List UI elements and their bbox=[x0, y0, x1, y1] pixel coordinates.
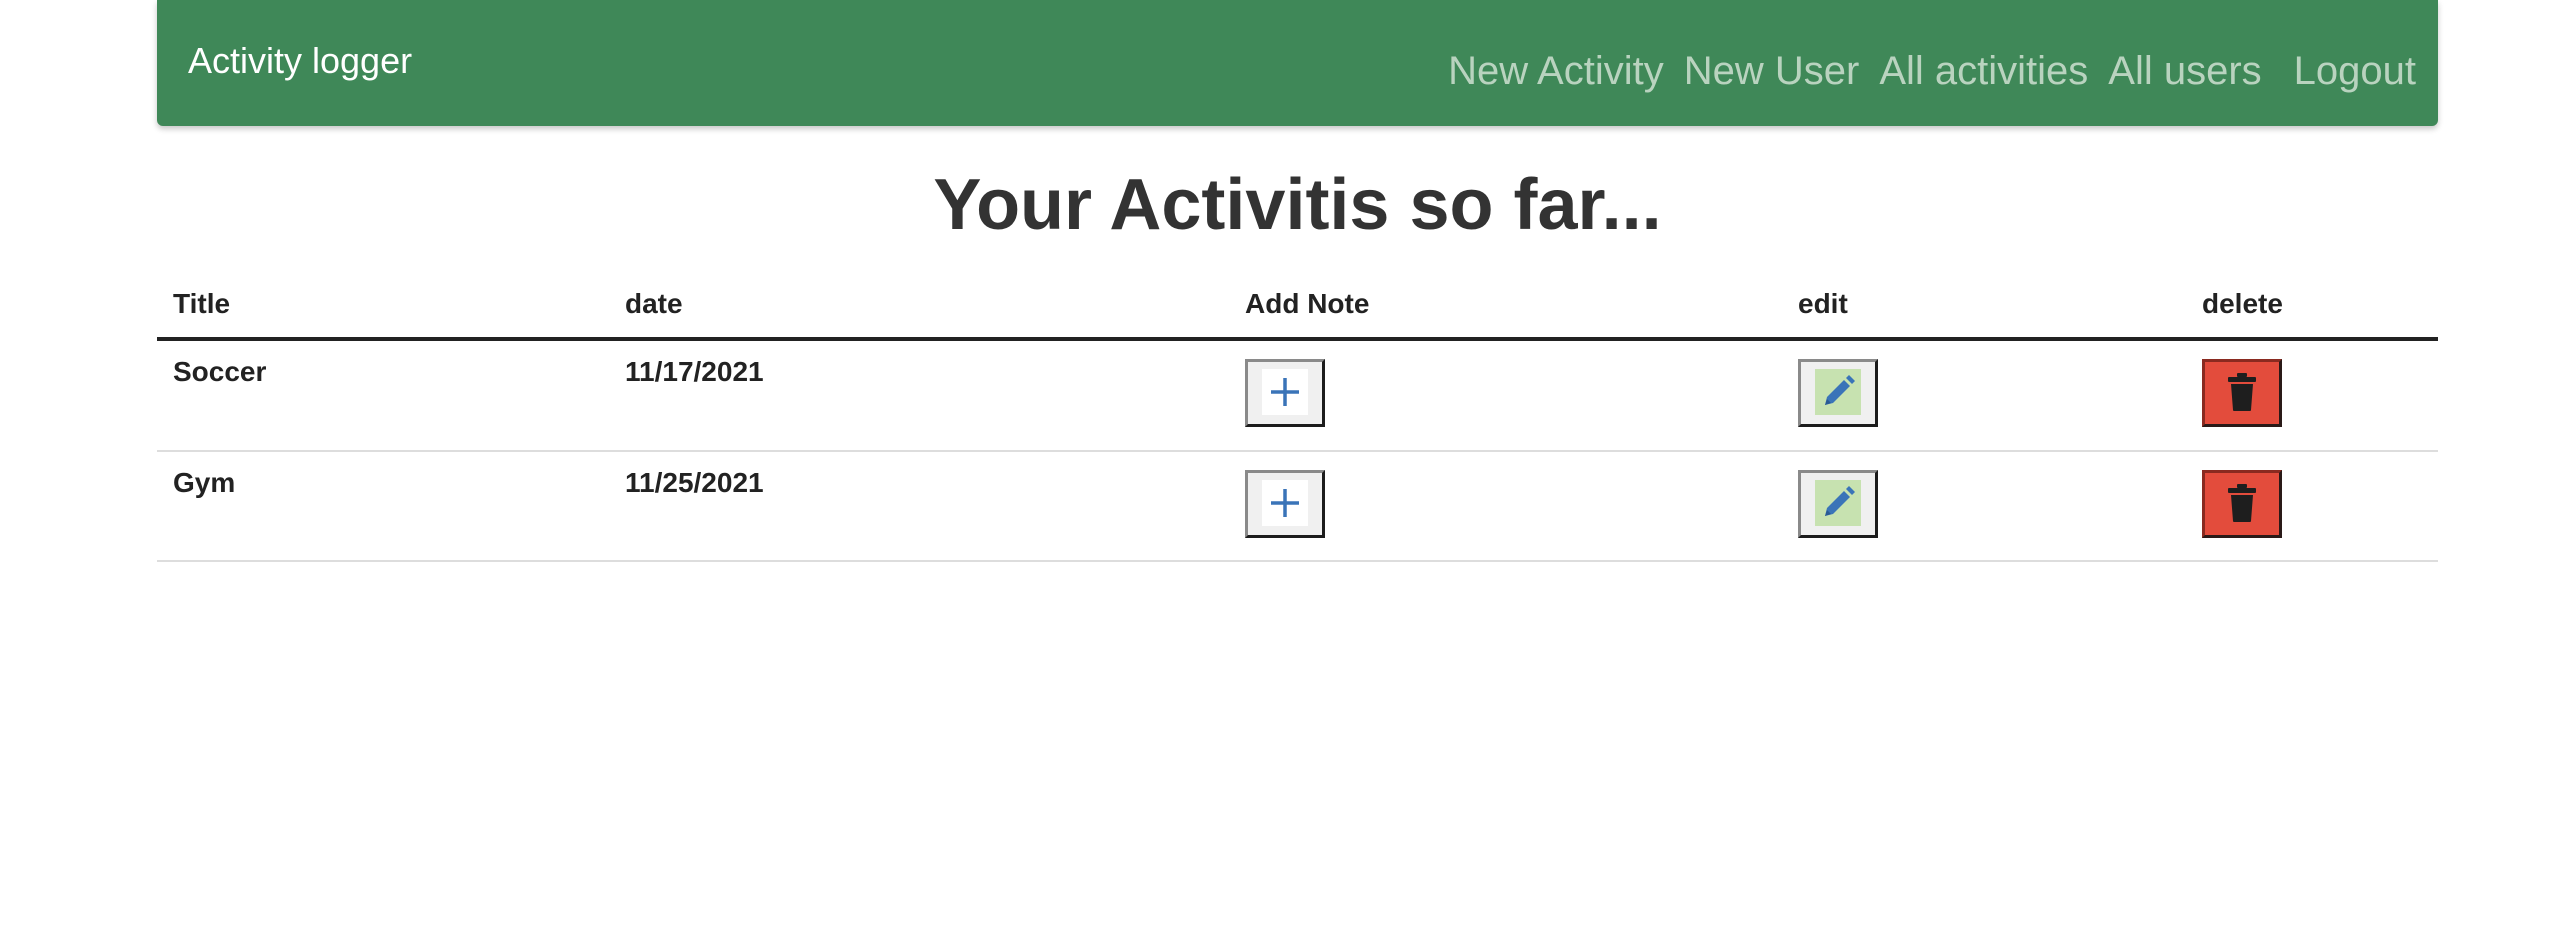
column-header-add-note: Add Note bbox=[1229, 282, 1782, 341]
table-row: Soccer 11/17/2021 bbox=[157, 338, 2438, 452]
nav-link-all-activities[interactable]: All activities bbox=[1879, 51, 2088, 91]
nav-link-all-users[interactable]: All users bbox=[2108, 51, 2261, 91]
trash-icon bbox=[2219, 369, 2265, 415]
edit-cell bbox=[1782, 450, 2186, 563]
brand-logo[interactable]: Activity logger bbox=[188, 43, 412, 79]
pencil-icon bbox=[1815, 479, 1861, 526]
nav-links: New Activity New User All activities All… bbox=[1428, 51, 2416, 91]
add-note-button[interactable] bbox=[1245, 469, 1325, 538]
trash-icon bbox=[2219, 480, 2265, 526]
navbar: Activity logger New Activity New User Al… bbox=[157, 0, 2438, 126]
table-header-row: Title date Add Note edit delete bbox=[157, 282, 2438, 341]
nav-link-new-activity[interactable]: New Activity bbox=[1448, 51, 1664, 91]
nav-link-new-user[interactable]: New User bbox=[1684, 51, 1860, 91]
activity-title: Soccer bbox=[157, 338, 609, 452]
activity-title: Gym bbox=[157, 450, 609, 563]
activities-table: Title date Add Note edit delete Soccer 1… bbox=[157, 282, 2438, 563]
table-row: Gym 11/25/2021 bbox=[157, 450, 2438, 563]
page-container: Activity logger New Activity New User Al… bbox=[157, 0, 2438, 563]
plus-icon bbox=[1262, 368, 1308, 415]
add-note-button[interactable] bbox=[1245, 358, 1325, 427]
delete-cell bbox=[2186, 450, 2438, 563]
pencil-icon bbox=[1815, 368, 1861, 415]
add-note-cell bbox=[1229, 338, 1782, 452]
activity-date: 11/17/2021 bbox=[609, 338, 1229, 452]
delete-button[interactable] bbox=[2202, 358, 2282, 427]
column-header-edit: edit bbox=[1782, 282, 2186, 341]
column-header-delete: delete bbox=[2186, 282, 2438, 341]
activity-date: 11/25/2021 bbox=[609, 450, 1229, 563]
edit-button[interactable] bbox=[1798, 358, 1878, 427]
delete-button[interactable] bbox=[2202, 469, 2282, 538]
nav-link-logout[interactable]: Logout bbox=[2294, 51, 2416, 91]
delete-cell bbox=[2186, 338, 2438, 452]
page-title: Your Activitis so far... bbox=[933, 165, 1662, 245]
edit-cell bbox=[1782, 338, 2186, 452]
column-header-title: Title bbox=[157, 282, 609, 341]
add-note-cell bbox=[1229, 450, 1782, 563]
edit-button[interactable] bbox=[1798, 469, 1878, 538]
column-header-date: date bbox=[609, 282, 1229, 341]
plus-icon bbox=[1262, 479, 1308, 526]
